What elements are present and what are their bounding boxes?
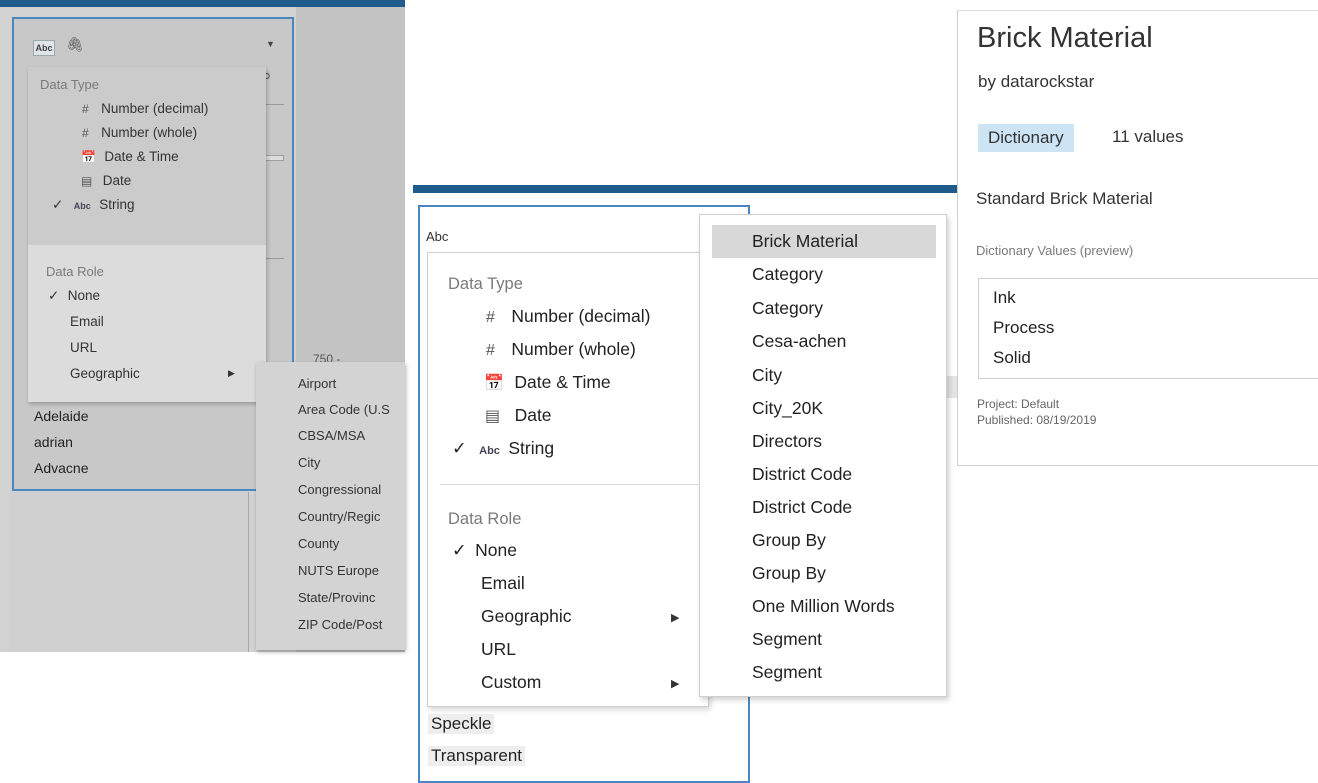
geo-item-cbsa[interactable]: CBSA/MSA: [298, 428, 365, 443]
hash-icon: #: [486, 309, 495, 326]
left-data-type-menu: Data Type # Number (decimal) # Number (w…: [28, 67, 266, 402]
left-divider: [248, 492, 249, 652]
data-type-menu: Data Type # Number (decimal) # Number (w…: [427, 252, 709, 707]
preview-value: Solid: [993, 348, 1031, 367]
checkmark-icon: ✓: [452, 540, 467, 560]
hash-icon: #: [486, 342, 495, 359]
paperclip-icon: 🖇: [66, 36, 84, 52]
checkmark-icon: ✓: [452, 438, 467, 458]
menu-item-number-decimal[interactable]: # Number (decimal): [486, 306, 650, 327]
dictionary-author: by datarockstar: [978, 72, 1094, 92]
menu-item-number-whole[interactable]: # Number (whole): [82, 124, 197, 142]
menu-item-geographic[interactable]: Geographic ▶: [481, 606, 693, 627]
chevron-right-icon: ▶: [671, 678, 680, 690]
list-item[interactable]: Transparent: [428, 746, 526, 766]
geo-item-city[interactable]: City: [298, 455, 320, 470]
dictionary-title: Brick Material: [977, 22, 1153, 54]
project-info: Project: Default: [977, 397, 1060, 411]
calendar-icon: ▤: [485, 408, 501, 425]
list-item[interactable]: Speckle: [428, 714, 495, 734]
dict-item[interactable]: Category: [752, 264, 823, 285]
value-count: 11 values: [1112, 127, 1184, 146]
menu-divider: [440, 484, 698, 485]
left-top-bar: [0, 0, 405, 7]
geo-item-area-code[interactable]: Area Code (U.S: [298, 402, 390, 417]
menu-item-date-time[interactable]: 📅 Date & Time: [81, 148, 179, 166]
menu-item-none[interactable]: ✓ None: [48, 287, 100, 305]
dictionary-badge: Dictionary: [978, 124, 1074, 152]
data-role-heading: Data Role: [46, 264, 104, 279]
data-type-badge[interactable]: Abc: [426, 229, 448, 244]
dict-item[interactable]: One Million Words: [752, 596, 895, 617]
list-item[interactable]: adrian: [34, 434, 73, 450]
left-lower-area: [10, 492, 250, 652]
geographic-submenu: Airport Area Code (U.S CBSA/MSA City Con…: [256, 362, 405, 650]
geo-item-airport[interactable]: Airport: [298, 376, 336, 391]
author-name[interactable]: datarockstar: [1001, 72, 1095, 91]
menu-item-email[interactable]: Email: [70, 313, 104, 331]
menu-item-date-time[interactable]: 📅 Date & Time: [484, 372, 611, 393]
dict-item-brick-material[interactable]: Brick Material: [752, 231, 858, 252]
dict-item[interactable]: District Code: [752, 464, 852, 485]
list-item[interactable]: Adelaide: [34, 408, 89, 424]
middle-top-bar: [413, 185, 958, 193]
menu-item-date[interactable]: ▤ Date: [81, 172, 131, 190]
menu-item-date[interactable]: ▤ Date: [485, 405, 552, 426]
date-time-icon: 📅: [484, 375, 504, 392]
menu-item-number-whole[interactable]: # Number (whole): [486, 339, 636, 360]
published-date: Published: 08/19/2019: [977, 413, 1097, 427]
geo-item-county[interactable]: County: [298, 536, 339, 551]
data-type-heading: Data Type: [448, 275, 523, 293]
geo-item-country[interactable]: Country/Regic: [298, 509, 380, 524]
dict-item[interactable]: Segment: [752, 629, 822, 650]
data-role-heading: Data Role: [448, 510, 522, 528]
dictionary-submenu: Brick Material Category Category Cesa-ac…: [699, 214, 947, 697]
dict-item[interactable]: Cesa-achen: [752, 331, 846, 352]
menu-item-none[interactable]: ✓ None: [452, 540, 517, 561]
data-type-heading: Data Type: [40, 77, 100, 92]
chevron-down-icon[interactable]: ▼: [266, 39, 275, 49]
geo-item-congressional[interactable]: Congressional: [298, 482, 381, 497]
dict-item[interactable]: District Code: [752, 497, 852, 518]
dict-item[interactable]: Category: [752, 298, 823, 319]
menu-item-string[interactable]: ✓ Abc String: [452, 438, 554, 459]
geo-item-nuts[interactable]: NUTS Europe: [298, 563, 379, 578]
date-time-icon: 📅: [81, 150, 96, 164]
dict-item[interactable]: Group By: [752, 530, 826, 551]
menu-item-geographic[interactable]: Geographic ▶: [70, 365, 240, 383]
menu-item-custom[interactable]: Custom ▶: [481, 672, 693, 693]
calendar-icon: ▤: [81, 174, 93, 188]
chevron-right-icon: ▶: [228, 368, 235, 378]
author-prefix: by: [978, 72, 996, 91]
dict-item[interactable]: Segment: [752, 662, 822, 683]
preview-label: Dictionary Values (preview): [976, 243, 1134, 258]
abc-icon: Abc: [73, 201, 91, 211]
preview-value: Process: [993, 318, 1055, 337]
menu-item-url[interactable]: URL: [70, 339, 97, 357]
menu-item-email[interactable]: Email: [481, 573, 525, 594]
dict-item[interactable]: Directors: [752, 431, 822, 452]
checkmark-icon: ✓: [52, 197, 64, 212]
list-item[interactable]: Advacne: [34, 460, 88, 476]
preview-value: Ink: [993, 288, 1016, 307]
geo-item-state[interactable]: State/Provinc: [298, 590, 375, 605]
dict-item[interactable]: Group By: [752, 563, 826, 584]
hash-icon: #: [82, 126, 89, 140]
dict-item[interactable]: City: [752, 365, 782, 386]
dict-item[interactable]: City_20K: [752, 398, 823, 419]
dictionary-description: Standard Brick Material: [976, 189, 1153, 208]
chevron-right-icon: ▶: [671, 612, 680, 624]
menu-item-url[interactable]: URL: [481, 639, 516, 660]
data-type-badge[interactable]: Abc: [33, 40, 55, 56]
checkmark-icon: ✓: [48, 288, 60, 303]
hash-icon: #: [82, 102, 89, 116]
abc-icon: Abc: [479, 445, 500, 457]
menu-item-number-decimal[interactable]: # Number (decimal): [82, 100, 208, 118]
menu-item-string[interactable]: ✓ Abc String: [52, 196, 135, 214]
geo-item-zip[interactable]: ZIP Code/Post: [298, 617, 382, 632]
